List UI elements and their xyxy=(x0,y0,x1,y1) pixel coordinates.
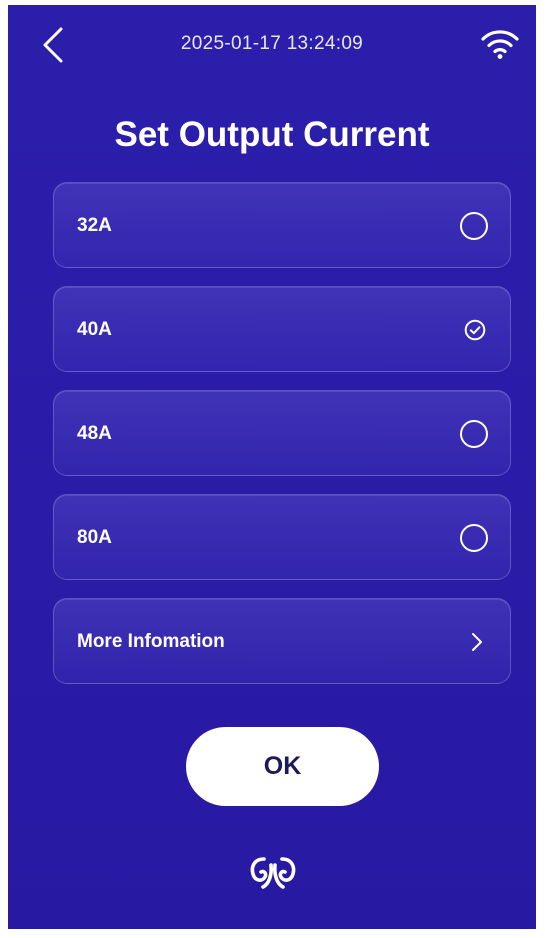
radio-unchecked-icon[interactable] xyxy=(460,420,488,448)
option-48a[interactable]: 48A xyxy=(53,390,511,476)
radio-unchecked-icon[interactable] xyxy=(460,212,488,240)
more-information-label: More Infomation xyxy=(77,631,225,652)
page-title: Set Output Current xyxy=(114,115,430,154)
option-label: 80A xyxy=(77,527,112,548)
screen: 2025-01-17 13:24:09 Set Output Current 3… xyxy=(8,5,536,929)
ok-button[interactable]: OK xyxy=(186,727,379,806)
datetime: 2025-01-17 13:24:09 xyxy=(180,33,364,54)
option-label: 32A xyxy=(77,215,112,236)
wifi-icon xyxy=(481,30,519,59)
radio-unchecked-icon[interactable] xyxy=(460,524,488,552)
radio-checked-icon[interactable] xyxy=(464,319,486,341)
option-label: 40A xyxy=(77,319,112,340)
brand-logo-icon xyxy=(250,857,296,889)
option-40a[interactable]: 40A xyxy=(53,286,511,372)
more-information-row[interactable]: More Infomation xyxy=(53,598,511,684)
status-bar: 2025-01-17 13:24:09 xyxy=(8,5,536,85)
chevron-right-icon xyxy=(472,633,482,651)
option-label: 48A xyxy=(77,423,112,444)
current-option-list: 32A 40A 48A 80A More Infomation xyxy=(53,182,511,702)
option-32a[interactable]: 32A xyxy=(53,182,511,268)
option-80a[interactable]: 80A xyxy=(53,494,511,580)
